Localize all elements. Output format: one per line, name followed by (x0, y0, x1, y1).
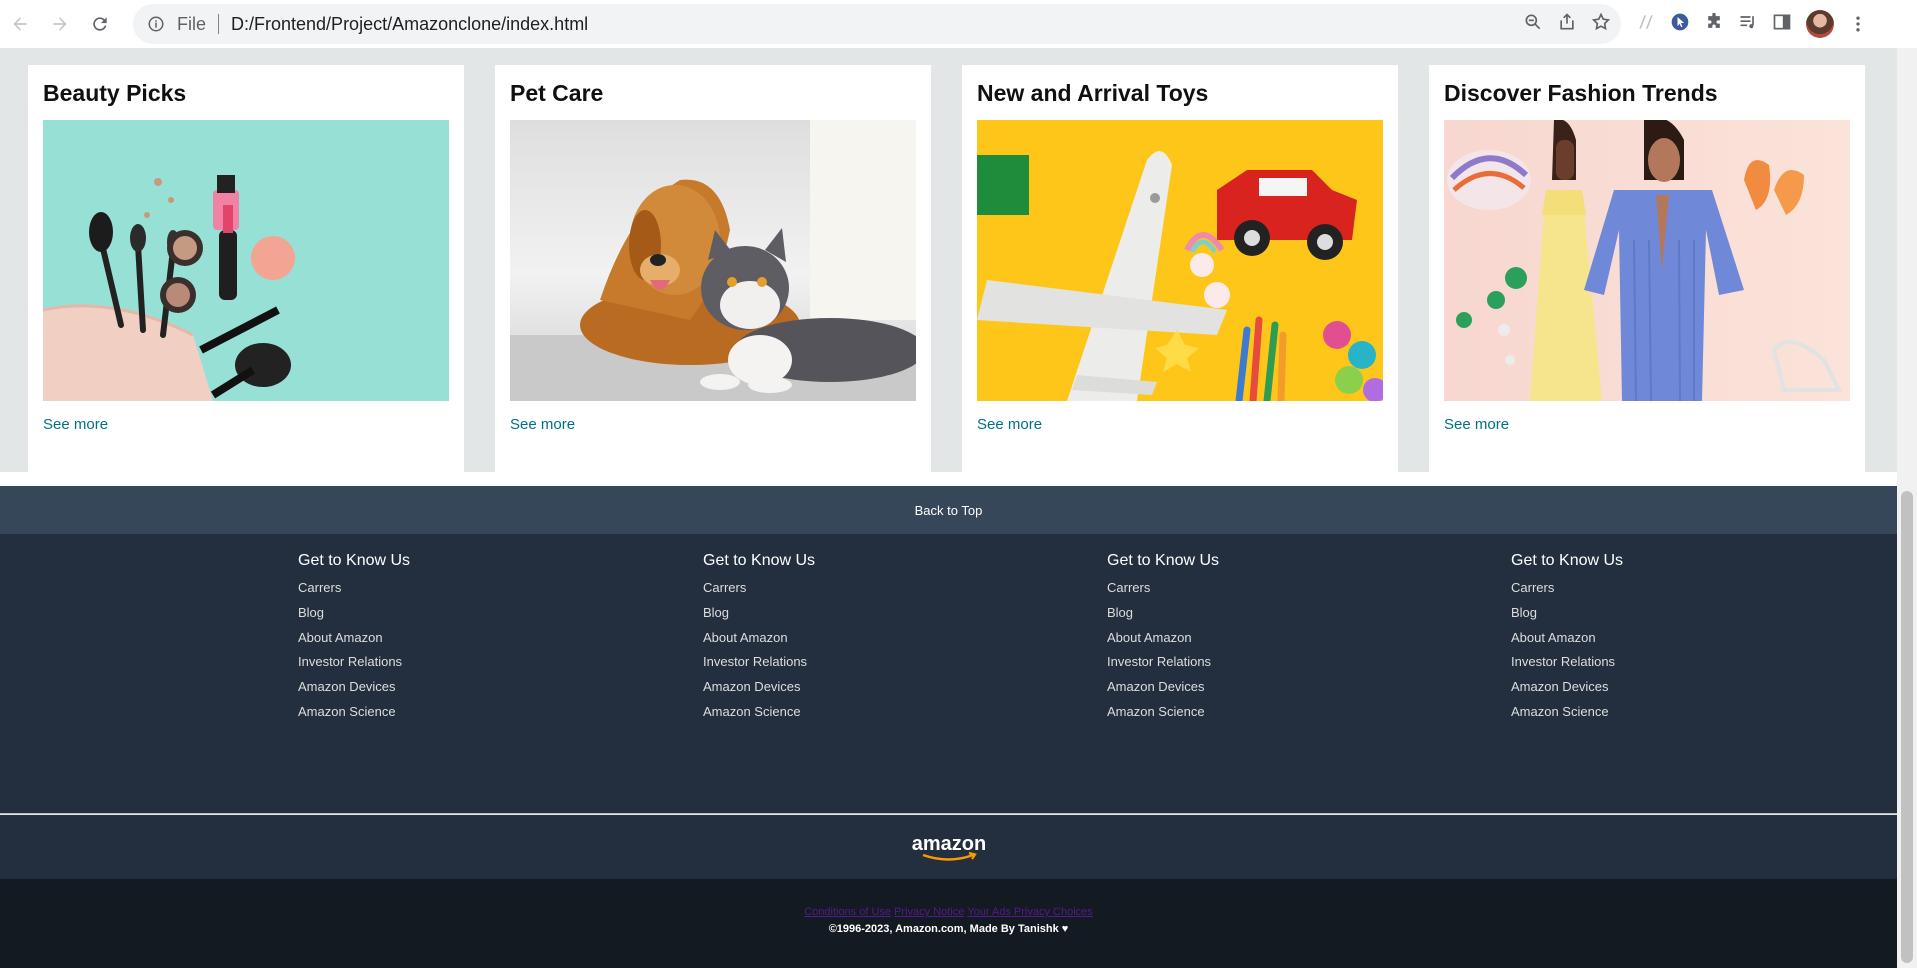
footer-link[interactable]: About Amazon (703, 626, 815, 651)
footer-link[interactable]: Blog (298, 601, 410, 626)
profile-avatar[interactable] (1806, 10, 1834, 38)
star-icon[interactable] (1591, 12, 1611, 37)
pet-image[interactable] (510, 120, 916, 401)
footer-column-heading: Get to Know Us (1107, 552, 1220, 569)
card-title: Discover Fashion Trends (1444, 80, 1718, 106)
footer-column-heading: Get to Know Us (298, 552, 411, 569)
logo-text: amazon (911, 833, 985, 855)
footer-link[interactable]: Amazon Science (1511, 700, 1623, 725)
section-spacer (0, 472, 1897, 486)
protocol-label: File (177, 13, 207, 34)
menu-icon[interactable] (1848, 14, 1868, 34)
footer-bottom: Conditions of Use Privacy Notice Your Ad… (0, 879, 1897, 968)
conditions-of-use-link[interactable]: Conditions of Use (804, 906, 891, 918)
amazon-logo: amazon (911, 833, 986, 861)
page-scrollbar[interactable] (1897, 48, 1917, 968)
footer-link[interactable]: Carrers (703, 576, 815, 601)
address-bar[interactable]: File D:/Frontend/Project/Amazonclone/ind… (133, 4, 1621, 44)
footer-link[interactable]: About Amazon (298, 626, 410, 651)
footer-link[interactable]: Amazon Devices (703, 675, 815, 700)
copyright-text: ©1996-2023, Amazon.com, Made By Tanishk … (828, 923, 1069, 935)
footer-link[interactable]: Carrers (298, 576, 410, 601)
footer-link[interactable]: Amazon Devices (1107, 675, 1219, 700)
page-viewport: Beauty Picks See more Pet Care See more … (0, 48, 1897, 968)
beauty-image[interactable] (43, 120, 449, 401)
card-title: Beauty Picks (43, 80, 187, 106)
footer-column-heading: Get to Know Us (1511, 552, 1624, 569)
puzzle-icon[interactable] (1704, 12, 1724, 37)
footer-link[interactable]: Blog (1107, 601, 1219, 626)
footer-links: Get to Know Us Carrers Blog About Amazon… (0, 534, 1897, 814)
card-title: New and Arrival Toys (977, 80, 1209, 106)
url-text[interactable]: D:/Frontend/Project/Amazonclone/index.ht… (231, 14, 588, 35)
side-panel-icon[interactable] (1772, 12, 1792, 37)
footer-link[interactable]: Blog (703, 601, 815, 626)
card-new-arrival-toys: New and Arrival Toys See more (962, 65, 1398, 472)
back-to-top-button[interactable]: Back to Top (0, 486, 1897, 534)
footer-link[interactable]: Amazon Devices (298, 675, 410, 700)
extension-icon[interactable] (1636, 12, 1656, 37)
footer-column: Get to Know Us Carrers Blog About Amazon… (298, 552, 410, 725)
cursor-extension-icon[interactable] (1670, 12, 1690, 37)
category-cards: Beauty Picks See more Pet Care See more … (28, 65, 1865, 472)
info-icon[interactable] (147, 15, 165, 33)
footer-column: Get to Know Us Carrers Blog About Amazon… (703, 552, 815, 725)
reading-list-icon[interactable] (1738, 12, 1758, 37)
footer-link[interactable]: Amazon Devices (1511, 675, 1623, 700)
footer-link[interactable]: Amazon Science (1107, 700, 1219, 725)
footer-link[interactable]: Carrers (1107, 576, 1219, 601)
back-button[interactable] (0, 0, 40, 48)
reload-icon (93, 17, 107, 31)
toys-image[interactable] (977, 120, 1383, 401)
footer-link[interactable]: Investor Relations (1107, 650, 1219, 675)
footer-link[interactable]: Investor Relations (703, 650, 815, 675)
browser-toolbar: File D:/Frontend/Project/Amazonclone/ind… (0, 0, 1917, 48)
divider (218, 14, 220, 34)
see-more-link[interactable]: See more (1444, 416, 1850, 433)
card-discover-fashion-trends: Discover Fashion Trends See more (1429, 65, 1865, 472)
card-pet-care: Pet Care See more (495, 65, 931, 472)
ads-privacy-choices-link[interactable]: Your Ads Privacy Choices (967, 906, 1093, 918)
footer-link[interactable]: Amazon Science (703, 700, 815, 725)
forward-button[interactable] (40, 0, 80, 48)
reload-button[interactable] (80, 0, 120, 48)
arrow-left-icon (13, 17, 27, 31)
footer-link[interactable]: About Amazon (1511, 626, 1623, 651)
card-title: Pet Care (510, 80, 604, 106)
see-more-link[interactable]: See more (43, 416, 449, 433)
footer-column: Get to Know Us Carrers Blog About Amazon… (1107, 552, 1219, 725)
zoom-icon[interactable] (1523, 12, 1543, 37)
legal-links: Conditions of Use Privacy Notice Your Ad… (0, 906, 1897, 918)
footer-column-heading: Get to Know Us (703, 552, 816, 569)
see-more-link[interactable]: See more (510, 416, 916, 433)
footer-link[interactable]: Blog (1511, 601, 1623, 626)
footer-link[interactable]: Investor Relations (1511, 650, 1623, 675)
fashion-image[interactable] (1444, 120, 1850, 401)
share-icon[interactable] (1557, 12, 1577, 37)
footer-link[interactable]: Investor Relations (298, 650, 410, 675)
privacy-notice-link[interactable]: Privacy Notice (894, 906, 964, 918)
card-beauty-picks: Beauty Picks See more (28, 65, 464, 472)
footer-link[interactable]: Amazon Science (298, 700, 410, 725)
footer-column: Get to Know Us Carrers Blog About Amazon… (1511, 552, 1623, 725)
scrollbar-thumb[interactable] (1901, 491, 1913, 963)
arrow-right-icon (53, 17, 67, 31)
footer-link[interactable]: About Amazon (1107, 626, 1219, 651)
see-more-link[interactable]: See more (977, 416, 1383, 433)
footer-link[interactable]: Carrers (1511, 576, 1623, 601)
footer-logo[interactable]: amazon (0, 815, 1897, 879)
